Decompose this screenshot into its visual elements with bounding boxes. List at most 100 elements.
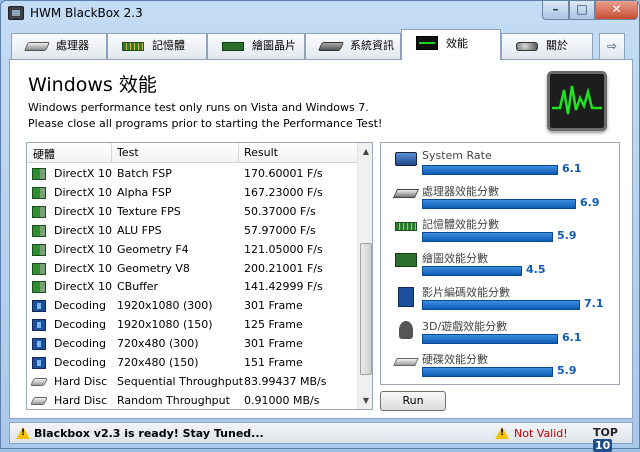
run-button[interactable]: Run — [380, 391, 446, 411]
score-value: 6.9 — [580, 195, 600, 209]
score-value: 6.1 — [562, 162, 582, 175]
performance-panel: Windows 效能 Windows performance test only… — [9, 59, 633, 419]
cell-test: Random Throughput — [117, 393, 230, 407]
table-row[interactable]: DirectX 10 Alpha FSP 167.23000 F/s — [27, 183, 357, 202]
cell-hardware: Hard Disc — [54, 374, 108, 388]
table-row[interactable]: Hard Disc Sequential Throughput 83.99437 M… — [27, 372, 357, 391]
memory-icon — [122, 42, 144, 51]
score-item: 影片編碼效能分數 7.1 — [381, 283, 619, 317]
tab-system-info[interactable]: 系統資訊 — [305, 33, 401, 59]
cell-test: Sequential Throughput — [117, 374, 244, 388]
cell-result: 200.21001 F/s — [244, 261, 323, 275]
cell-test: Batch FSP — [117, 167, 172, 180]
scroll-down-arrow[interactable]: ▼ — [358, 392, 372, 409]
cell-result: 170.60001 F/s — [244, 167, 323, 180]
processor-icon — [392, 188, 420, 198]
cell-hardware: DirectX 10 — [54, 185, 112, 199]
tab-graphics[interactable]: 繪圖晶片 — [207, 33, 305, 59]
score-bar — [422, 165, 558, 175]
cell-hardware: Decoding — [54, 356, 107, 369]
test-results-table[interactable]: 硬體 Test Result DirectX 10 Batch FSP 170.60… — [26, 142, 373, 410]
table-row[interactable]: Decoding 720x480 (150) 151 Frame — [27, 353, 357, 372]
maximize-button[interactable]: □ — [569, 1, 595, 20]
page-title: Windows 效能 — [28, 74, 157, 96]
tab-about[interactable]: 關於 — [501, 33, 593, 59]
cell-hardware: Decoding — [54, 318, 107, 332]
column-header-hardware[interactable]: 硬體 — [33, 146, 55, 162]
score-bar — [422, 266, 522, 277]
directx-icon — [32, 243, 46, 256]
cell-hardware: Decoding — [54, 299, 107, 313]
table-row[interactable]: Decoding 1920x1080 (300) 301 Frame — [27, 296, 357, 315]
table-row[interactable]: DirectX 10 Texture FPS 50.37000 F/s — [27, 202, 357, 221]
score-bar — [422, 367, 553, 378]
description-line-1: Windows performance test only runs on Vi… — [28, 101, 369, 114]
system-info-icon — [317, 42, 345, 51]
video-decode-icon — [32, 357, 46, 369]
tab-performance[interactable]: 效能 — [401, 29, 501, 60]
hard-disk-icon — [30, 377, 48, 386]
memory-icon — [395, 222, 417, 232]
tab-processor[interactable]: 處理器 — [11, 33, 107, 59]
scroll-up-arrow[interactable]: ▲ — [358, 143, 372, 160]
score-label: 記憶體效能分數 — [422, 218, 499, 232]
column-divider[interactable] — [111, 143, 112, 163]
score-item: System Rate 6.1 — [381, 148, 619, 182]
cell-result: 125 Frame — [244, 318, 303, 332]
cell-hardware: DirectX 10 — [54, 261, 112, 275]
directx-icon — [32, 281, 46, 294]
status-message: Blackbox v2.3 is ready! Stay Tuned... — [34, 427, 264, 440]
table-row[interactable]: DirectX 10 ALU FPS 57.97000 F/s — [27, 221, 357, 240]
cell-result: 0.91000 MB/s — [244, 393, 320, 407]
cell-test: 720x480 (300) — [117, 337, 199, 351]
cell-test: Geometry F4 — [117, 242, 189, 256]
cell-test: Geometry V8 — [117, 261, 190, 275]
extra-tab-button[interactable]: ⇨ — [599, 33, 625, 59]
cell-hardware: Hard Disc — [54, 393, 108, 407]
score-item: 3D/遊戲效能分數 6.1 — [381, 317, 619, 351]
score-label: 硬碟效能分數 — [422, 353, 488, 367]
score-item: 處理器效能分數 6.9 — [381, 182, 619, 216]
table-row[interactable]: DirectX 10 Batch FSP 170.60001 F/s — [27, 164, 357, 183]
score-label: 影片編碼效能分數 — [422, 285, 510, 299]
video-decode-icon — [32, 319, 46, 332]
video-decode-icon — [32, 300, 46, 313]
minimize-button[interactable]: – — [542, 1, 569, 20]
table-row[interactable]: Decoding 720x480 (300) 301 Frame — [27, 334, 357, 353]
score-label: System Rate — [422, 149, 492, 162]
cpu-icon — [23, 42, 51, 51]
video-encode-icon — [398, 286, 414, 307]
score-label: 處理器效能分數 — [422, 184, 499, 198]
score-bar — [422, 333, 558, 344]
app-icon — [8, 6, 24, 20]
close-button[interactable]: ✕ — [595, 1, 638, 20]
about-icon — [516, 42, 538, 51]
cell-test: CBuffer — [117, 280, 159, 294]
table-row[interactable]: Decoding 1920x1080 (150) 125 Frame — [27, 315, 357, 334]
cell-test: 1920x1080 (150) — [117, 318, 213, 332]
scroll-thumb[interactable] — [360, 243, 372, 375]
score-panel: System Rate 6.1 處理器效能分數 6.9 記憶體效能分數 5.9 繪圖效能分數… — [380, 142, 620, 385]
table-row[interactable]: Hard Disc Random Throughput 0.91000 MB/s — [27, 391, 357, 409]
table-row[interactable]: DirectX 10 CBuffer 141.42999 F/s — [27, 277, 357, 296]
top10-badge: TOP10 — [593, 426, 632, 452]
cell-result: 167.23000 F/s — [244, 185, 323, 199]
app-window: HWM BlackBox 2.3 – □ ✕ 處理器 記憶體 繪圖晶片 系統資訊… — [0, 0, 640, 452]
table-row[interactable]: DirectX 10 Geometry F4 121.05000 F/s — [27, 240, 357, 259]
hard-disk-icon — [393, 358, 419, 367]
title-bar[interactable]: HWM BlackBox 2.3 – □ ✕ — [1, 1, 639, 27]
column-header-result[interactable]: Result — [244, 146, 278, 159]
tab-label: 效能 — [446, 37, 468, 50]
score-label: 繪圖效能分數 — [422, 252, 488, 266]
cell-result: 121.05000 F/s — [244, 242, 323, 256]
column-divider[interactable] — [238, 143, 239, 163]
vertical-scrollbar[interactable]: ▲ ▼ — [357, 143, 372, 409]
tab-memory[interactable]: 記憶體 — [107, 33, 207, 59]
table-row[interactable]: DirectX 10 Geometry V8 200.21001 F/s — [27, 259, 357, 278]
cell-result: 57.97000 F/s — [244, 223, 316, 237]
column-header-test[interactable]: Test — [117, 146, 139, 159]
score-item: 記憶體效能分數 5.9 — [381, 215, 619, 249]
performance-monitor-icon — [416, 36, 438, 50]
tab-label: 關於 — [546, 39, 568, 52]
score-value: 6.1 — [562, 330, 582, 344]
